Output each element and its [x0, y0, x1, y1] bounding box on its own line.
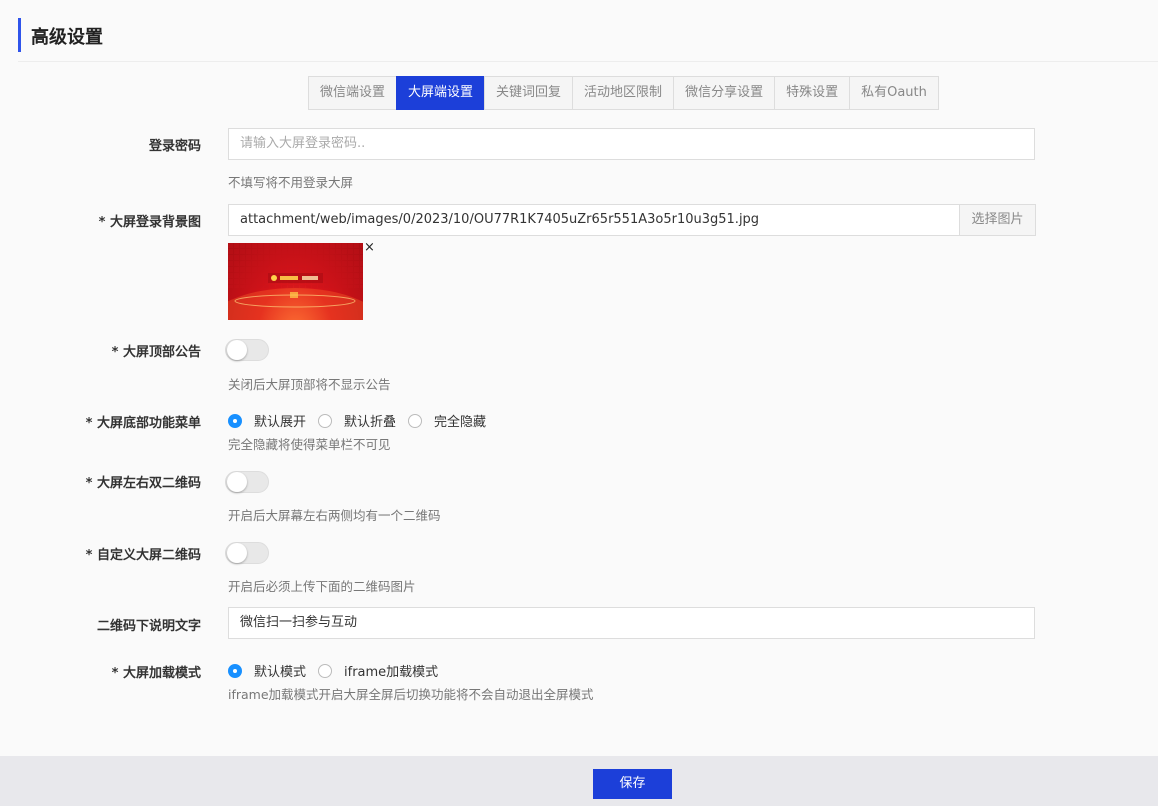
custom-qrcode-help: 开启后必须上传下面的二维码图片 [228, 579, 416, 594]
login-bg-path-input[interactable]: attachment/web/images/0/2023/10/OU77R1K7… [228, 204, 960, 236]
page-header: 高级设置 [18, 18, 1158, 62]
radio-option-label: 默认模式 [254, 665, 307, 680]
login-password-label: 登录密码 [148, 139, 201, 154]
page-title: 高级设置 [31, 27, 103, 48]
radio-option-default-mode[interactable]: 默认模式 [228, 661, 306, 680]
radio-button[interactable] [408, 413, 423, 428]
login-bg-thumbnail-art [228, 243, 363, 320]
top-notice-toggle[interactable] [225, 339, 269, 361]
top-notice-help: 关闭后大屏顶部将不显示公告 [228, 377, 391, 392]
choose-image-button[interactable]: 选择图片 [959, 204, 1036, 236]
load-mode-label: * 大屏加载模式 [111, 666, 201, 681]
radio-option-label: 完全隐藏 [434, 415, 487, 430]
login-password-input[interactable]: 请输入大屏登录密码.. [228, 128, 1035, 160]
qrcode-caption-input[interactable]: 微信扫一扫参与互动 [228, 607, 1035, 639]
radio-button-checked[interactable] [228, 663, 242, 678]
toggle-knob [227, 340, 247, 360]
tab-region-limit[interactable]: 活动地区限制 [572, 76, 675, 110]
dual-qrcode-help: 开启后大屏幕左右两侧均有一个二维码 [228, 508, 441, 523]
radio-option-hide[interactable]: 完全隐藏 [408, 411, 486, 430]
dual-qrcode-label: * 大屏左右双二维码 [85, 476, 201, 491]
radio-option-collapse[interactable]: 默认折叠 [318, 411, 396, 430]
tab-screen-settings[interactable]: 大屏端设置 [396, 76, 486, 110]
tab-keyword-reply[interactable]: 关键词回复 [484, 76, 574, 110]
login-bg-label: * 大屏登录背景图 [98, 215, 201, 230]
radio-option-iframe-mode[interactable]: iframe加载模式 [318, 661, 438, 680]
remove-image-icon[interactable]: × [364, 241, 375, 255]
radio-button-checked[interactable] [228, 413, 242, 428]
qrcode-caption-label: 二维码下说明文字 [96, 619, 201, 634]
dual-qrcode-toggle[interactable] [225, 471, 269, 493]
tab-wechat-share[interactable]: 微信分享设置 [673, 76, 776, 110]
radio-button[interactable] [318, 663, 333, 678]
save-button[interactable]: 保存 [593, 769, 672, 799]
title-accent-bar [18, 18, 21, 52]
bottom-menu-radio-group: 默认展开 默认折叠 完全隐藏 [228, 411, 498, 430]
radio-option-label: 默认展开 [254, 415, 307, 430]
settings-tabs: 微信端设置 大屏端设置 关键词回复 活动地区限制 微信分享设置 特殊设置 私有O… [308, 76, 939, 110]
radio-option-label: 默认折叠 [344, 415, 397, 430]
toggle-knob [227, 543, 247, 563]
login-bg-thumbnail [228, 243, 363, 320]
radio-option-label: iframe加载模式 [344, 665, 439, 680]
login-password-help: 不填写将不用登录大屏 [228, 175, 354, 190]
load-mode-help: iframe加载模式开启大屏全屏后切换功能将不会自动退出全屏模式 [228, 687, 594, 702]
bottom-menu-help: 完全隐藏将使得菜单栏不可见 [228, 437, 391, 452]
tab-special-settings[interactable]: 特殊设置 [774, 76, 851, 110]
radio-option-expand[interactable]: 默认展开 [228, 411, 306, 430]
top-notice-label: * 大屏顶部公告 [111, 345, 201, 360]
footer-bar: 保存 [0, 756, 1158, 806]
load-mode-radio-group: 默认模式 iframe加载模式 [228, 661, 450, 680]
custom-qrcode-toggle[interactable] [225, 542, 269, 564]
toggle-knob [227, 472, 247, 492]
bottom-menu-label: * 大屏底部功能菜单 [85, 416, 201, 431]
tab-wechat-settings[interactable]: 微信端设置 [308, 76, 398, 110]
radio-button[interactable] [318, 413, 333, 428]
custom-qrcode-label: * 自定义大屏二维码 [85, 548, 201, 563]
tab-private-oauth[interactable]: 私有Oauth [849, 76, 939, 110]
